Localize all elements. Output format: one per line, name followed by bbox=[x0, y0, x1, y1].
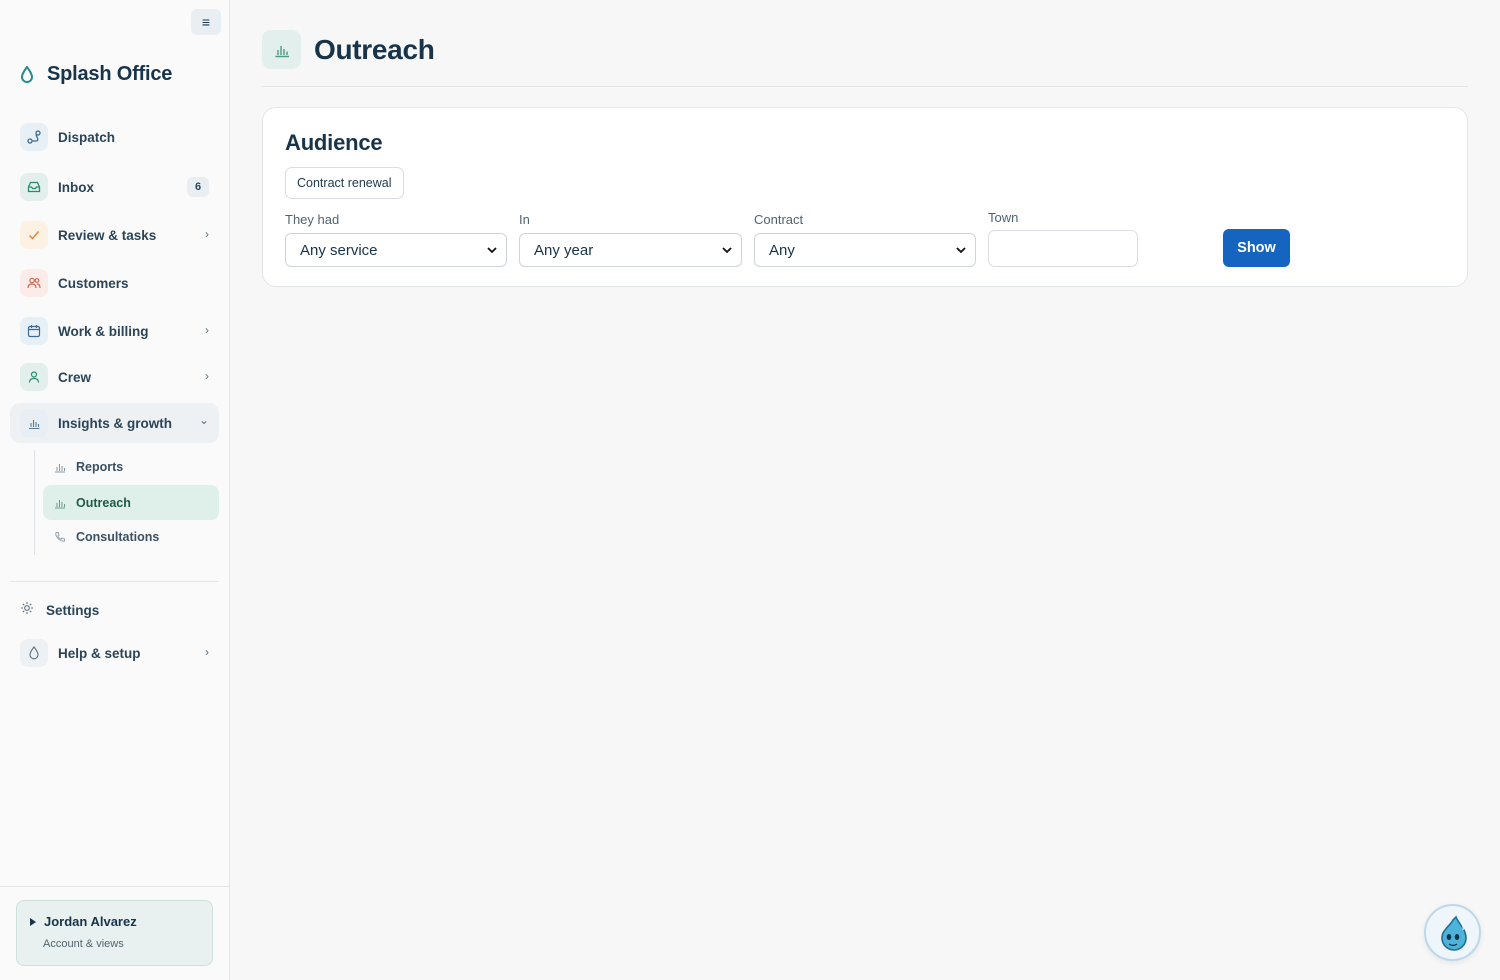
inbox-count-badge: 6 bbox=[187, 177, 209, 197]
nav-item-review-tasks[interactable]: Review & tasks › bbox=[10, 215, 219, 255]
chevron-right-icon: › bbox=[205, 323, 209, 337]
bar-chart-icon bbox=[20, 409, 48, 437]
town-label: Town bbox=[988, 210, 1019, 225]
audience-card: Audience Contract renewal They had Any s… bbox=[262, 107, 1468, 287]
nav-label: Dispatch bbox=[58, 129, 116, 145]
account-name: Jordan Alvarez bbox=[44, 914, 137, 929]
calendar-icon bbox=[20, 317, 48, 345]
subnav-label: Outreach bbox=[76, 495, 131, 510]
bar-chart-icon bbox=[53, 461, 67, 473]
sidebar: ≡ Splash Office Dispatch Inbox 6 Review … bbox=[0, 0, 230, 980]
in-year-value: Any year bbox=[534, 241, 594, 259]
audience-title: Audience bbox=[285, 130, 383, 155]
chevron-right-icon: › bbox=[205, 369, 209, 383]
nav-item-help-setup[interactable]: Help & setup › bbox=[10, 633, 219, 673]
chevron-down-icon bbox=[722, 247, 732, 254]
contract-label: Contract bbox=[754, 212, 804, 227]
check-icon bbox=[20, 221, 48, 249]
nav-item-inbox[interactable]: Inbox 6 bbox=[10, 167, 219, 207]
nav-item-settings[interactable]: Settings bbox=[20, 601, 99, 620]
account-name-row: Jordan Alvarez bbox=[29, 914, 137, 929]
route-icon bbox=[20, 123, 48, 151]
subnav-item-reports[interactable]: Reports bbox=[43, 449, 219, 484]
chevron-down-icon: ⌄ bbox=[198, 413, 209, 427]
sidebar-footer-divider bbox=[0, 886, 229, 887]
inbox-icon bbox=[20, 173, 48, 201]
subnav-item-outreach[interactable]: Outreach bbox=[43, 485, 219, 520]
nav-item-work-billing[interactable]: Work & billing › bbox=[10, 311, 219, 351]
person-icon bbox=[20, 363, 48, 391]
brand[interactable]: Splash Office bbox=[20, 63, 172, 86]
in-year-select[interactable]: Any year bbox=[519, 233, 742, 267]
nav-label: Work & billing bbox=[58, 323, 149, 339]
they-had-value: Any service bbox=[300, 241, 378, 259]
gear-icon bbox=[20, 601, 34, 620]
town-input[interactable] bbox=[988, 230, 1138, 267]
contract-value: Any bbox=[769, 241, 795, 259]
subnav-label: Consultations bbox=[76, 529, 160, 544]
sidebar-divider bbox=[10, 581, 219, 582]
drop-icon bbox=[20, 639, 48, 667]
header-divider bbox=[262, 86, 1468, 87]
nav-label: Crew bbox=[58, 369, 92, 385]
page-title: Outreach bbox=[314, 33, 435, 65]
nav-item-customers[interactable]: Customers bbox=[10, 263, 219, 303]
nav-label: Insights & growth bbox=[58, 415, 172, 431]
show-button[interactable]: Show bbox=[1223, 229, 1290, 267]
bar-chart-icon bbox=[262, 30, 301, 69]
caret-right-icon bbox=[30, 917, 36, 926]
account-card[interactable]: Jordan Alvarez Account & views bbox=[16, 900, 213, 966]
subnav-divider bbox=[34, 450, 35, 555]
nav-item-dispatch[interactable]: Dispatch bbox=[10, 117, 219, 157]
they-had-label: They had bbox=[285, 212, 340, 227]
users-icon bbox=[20, 269, 48, 297]
account-subtitle: Account & views bbox=[43, 938, 124, 950]
subnav-label: Reports bbox=[76, 459, 124, 474]
chevron-down-icon bbox=[487, 247, 497, 254]
in-label: In bbox=[519, 212, 530, 227]
nav-label: Review & tasks bbox=[58, 227, 157, 243]
contract-renewal-chip[interactable]: Contract renewal bbox=[285, 167, 404, 199]
nav-label: Customers bbox=[58, 275, 129, 291]
sidebar-toggle-button[interactable]: ≡ bbox=[191, 9, 221, 35]
nav-item-insights-growth[interactable]: Insights & growth ⌄ bbox=[10, 403, 219, 443]
app-name: Splash Office bbox=[47, 63, 173, 85]
chevron-down-icon bbox=[956, 247, 966, 254]
nav-label: Help & setup bbox=[58, 645, 141, 661]
bar-chart-icon bbox=[53, 497, 67, 509]
menu-icon: ≡ bbox=[201, 14, 211, 30]
nav-label: Settings bbox=[46, 603, 100, 618]
they-had-select[interactable]: Any service bbox=[285, 233, 507, 267]
subnav-item-consultations[interactable]: Consultations bbox=[43, 519, 219, 554]
chevron-right-icon: › bbox=[205, 227, 209, 241]
contract-select[interactable]: Any bbox=[754, 233, 976, 267]
water-drop-mascot-icon bbox=[1440, 915, 1467, 951]
water-drop-icon bbox=[20, 65, 34, 83]
chevron-right-icon: › bbox=[205, 645, 209, 659]
nav-item-crew[interactable]: Crew › bbox=[10, 357, 219, 397]
assistant-button[interactable] bbox=[1424, 904, 1481, 961]
page-header: Outreach bbox=[262, 30, 435, 69]
nav-label: Inbox bbox=[58, 179, 94, 195]
phone-icon bbox=[53, 531, 67, 543]
